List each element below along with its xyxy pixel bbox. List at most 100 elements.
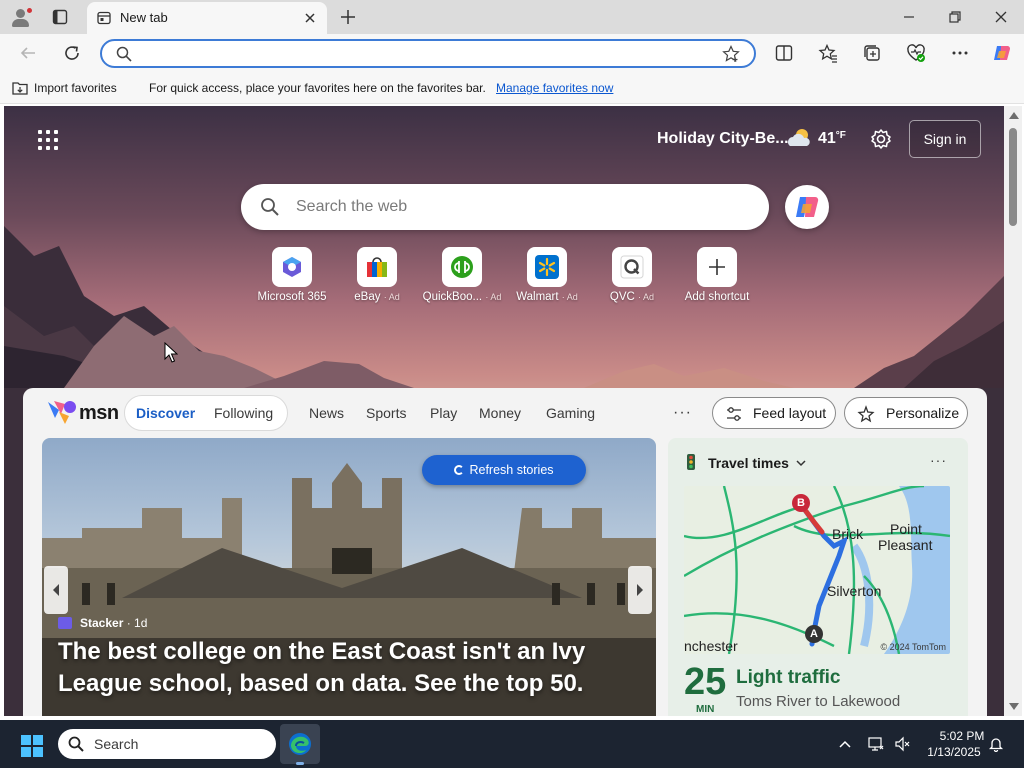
nav-money[interactable]: Money: [479, 405, 521, 421]
traffic-map[interactable]: B A Brick Point Pleasant Silverton nches…: [684, 486, 950, 654]
add-favorite-star-icon[interactable]: [722, 45, 740, 63]
msn-brand[interactable]: msn: [79, 402, 119, 425]
tab-discover[interactable]: Discover: [136, 405, 195, 421]
chevron-left-icon: [53, 584, 59, 596]
travel-minutes-unit: MIN: [696, 704, 715, 715]
travel-more-button[interactable]: ···: [930, 452, 947, 468]
favorites-bar-message: For quick access, place your favorites h…: [149, 81, 486, 95]
new-tab-plus-icon[interactable]: [339, 8, 357, 26]
nav-more-button[interactable]: ···: [673, 404, 692, 422]
msn-logo-icon[interactable]: [45, 398, 79, 426]
refresh-spinner-icon: [454, 465, 465, 475]
chevron-down-icon[interactable]: [796, 458, 806, 468]
taskbar-search-box[interactable]: Search: [58, 729, 276, 759]
refresh-stories-button[interactable]: Refresh stories: [422, 455, 586, 485]
feed-layout-label: Feed layout: [753, 405, 827, 421]
story-source[interactable]: Stacker · 1d: [58, 616, 147, 630]
hero-story-card[interactable]: Refresh stories Stacker · 1d The best co…: [42, 438, 656, 716]
copilot-search-button[interactable]: [785, 185, 829, 229]
shortcut-tile: [442, 247, 482, 287]
copilot-icon: [796, 196, 819, 217]
copilot-icon[interactable]: [992, 43, 1012, 63]
shortcut-qvc[interactable]: QVC · Ad: [589, 247, 675, 313]
settings-and-more-icon[interactable]: [950, 43, 970, 63]
browser-toolbar: [0, 34, 1024, 72]
map-label-pleasant: Pleasant: [878, 537, 933, 553]
refresh-icon[interactable]: [62, 43, 82, 63]
stacker-logo-icon: [58, 617, 72, 629]
source-name: Stacker: [80, 616, 124, 630]
taskbar-edge-button[interactable]: [280, 724, 320, 764]
windows-start-icon[interactable]: [20, 734, 44, 758]
show-hidden-icons-chevron-up-icon[interactable]: [837, 736, 853, 752]
web-search-placeholder: Search the web: [296, 198, 408, 215]
travel-times-card: Travel times ··· B A Brick Point Pleasan…: [668, 438, 968, 716]
partly-cloudy-icon[interactable]: [785, 126, 813, 150]
web-search-box[interactable]: Search the web: [241, 184, 769, 230]
shortcut-quickbooks[interactable]: QuickBoo... · Ad: [419, 247, 505, 313]
browser-essentials-icon[interactable]: [906, 43, 926, 63]
nav-play[interactable]: Play: [430, 405, 457, 421]
shortcut-add[interactable]: Add shortcut: [674, 247, 760, 313]
network-icon[interactable]: [868, 736, 884, 752]
active-app-indicator: [296, 762, 304, 765]
nav-gaming[interactable]: Gaming: [546, 405, 595, 421]
personalize-label: Personalize: [886, 405, 960, 421]
import-favorites-button[interactable]: Import favorites: [34, 81, 117, 95]
scrollbar-thumb[interactable]: [1009, 128, 1017, 226]
tab-following[interactable]: Following: [214, 405, 273, 421]
scroll-down-icon[interactable]: [1009, 703, 1019, 710]
tab-actions-icon[interactable]: [52, 9, 68, 25]
collections-icon[interactable]: [862, 43, 882, 63]
travel-times-title[interactable]: Travel times: [708, 455, 789, 471]
nav-sports[interactable]: Sports: [366, 405, 406, 421]
profile-icon[interactable]: [10, 7, 33, 29]
feed-layout-button[interactable]: Feed layout: [712, 397, 836, 429]
volume-muted-icon[interactable]: [894, 736, 910, 752]
close-window-icon[interactable]: [993, 9, 1009, 25]
notifications-bell-icon[interactable]: [988, 736, 1004, 752]
map-label-manchester: nchester: [684, 638, 738, 654]
travel-route: Toms River to Lakewood: [736, 693, 901, 710]
sparkle-star-icon: [857, 405, 875, 423]
carousel-previous-button[interactable]: [44, 566, 68, 614]
favorites-icon[interactable]: [818, 43, 838, 63]
sliders-icon: [727, 407, 741, 421]
page-scrollbar[interactable]: [1004, 106, 1022, 716]
close-tab-icon[interactable]: [302, 10, 318, 26]
minimize-icon[interactable]: [901, 9, 917, 25]
sign-in-button[interactable]: Sign in: [909, 120, 981, 158]
clock-date[interactable]: 1/13/2025: [920, 745, 988, 759]
temperature-value: 41: [818, 130, 836, 147]
shortcut-ebay[interactable]: eBay · Ad: [334, 247, 420, 313]
search-icon: [116, 46, 132, 62]
manage-favorites-link[interactable]: Manage favorites now: [496, 81, 613, 95]
apps-launcher-icon[interactable]: [38, 130, 58, 150]
clock-time[interactable]: 5:02 PM: [934, 729, 990, 743]
tab-title: New tab: [120, 10, 168, 25]
personalize-button[interactable]: Personalize: [844, 397, 968, 429]
weather-temperature[interactable]: 41°F: [818, 130, 846, 148]
address-bar[interactable]: [100, 39, 756, 68]
map-label-brick: Brick: [832, 526, 864, 542]
page-settings-gear-icon[interactable]: [870, 128, 892, 150]
back-icon[interactable]: [18, 43, 38, 63]
tab-new-tab[interactable]: New tab: [87, 2, 327, 34]
map-marker-b: B: [792, 494, 810, 512]
shortcut-tile: [527, 247, 567, 287]
shortcut-tile: [272, 247, 312, 287]
shortcut-microsoft-365[interactable]: Microsoft 365: [249, 247, 335, 313]
restore-icon[interactable]: [947, 9, 963, 25]
mouse-cursor-icon: [164, 342, 178, 363]
qvc-icon: [620, 255, 644, 279]
import-favorites-icon[interactable]: [11, 80, 29, 96]
weather-location[interactable]: Holiday City-Be...: [657, 130, 789, 148]
story-headline[interactable]: The best college on the East Coast isn't…: [58, 636, 648, 700]
shortcut-walmart[interactable]: Walmart · Ad: [504, 247, 590, 313]
carousel-next-button[interactable]: [628, 566, 652, 614]
msn-feed: msn Discover Following News Sports Play …: [23, 388, 987, 716]
traffic-status[interactable]: Light traffic: [736, 667, 841, 689]
scroll-up-icon[interactable]: [1009, 112, 1019, 119]
split-screen-icon[interactable]: [774, 43, 794, 63]
nav-news[interactable]: News: [309, 405, 344, 421]
